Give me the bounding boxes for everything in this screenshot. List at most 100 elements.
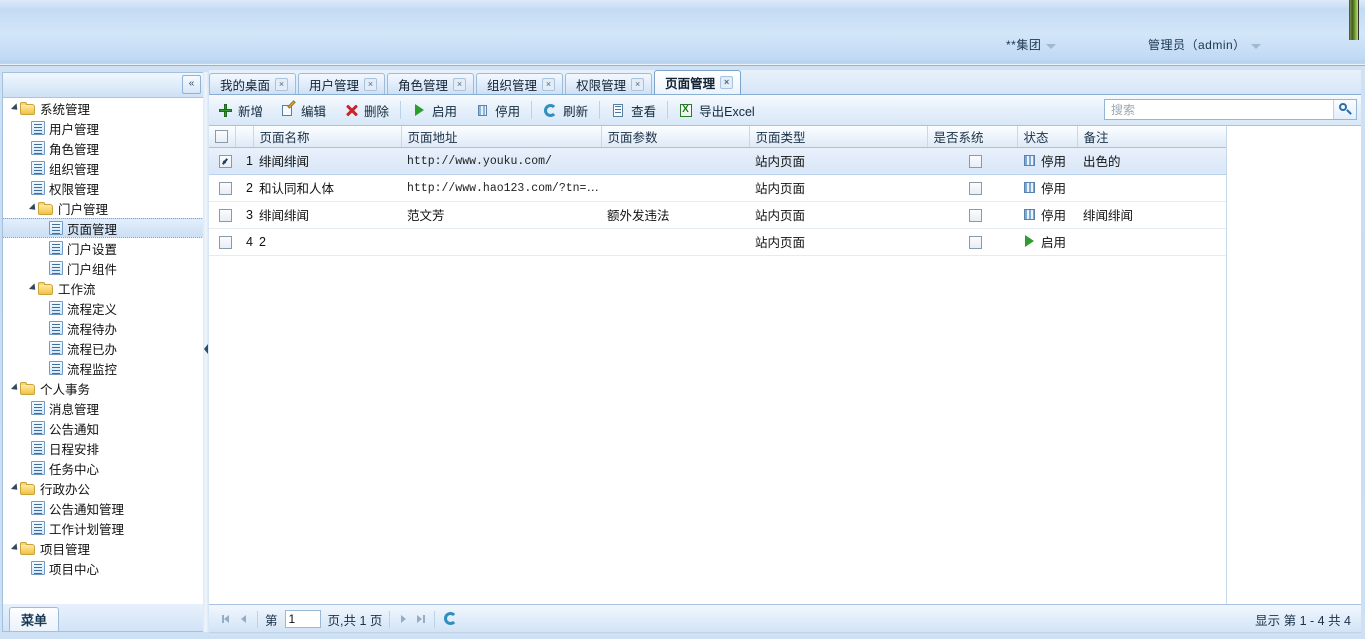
sidebar-item-label: 项目管理 xyxy=(40,542,91,557)
pager-info-label: 显示 第 1 - 4 共 4 xyxy=(1255,613,1351,628)
grid-column-header-system[interactable]: 是否系统 xyxy=(927,126,1018,148)
user-menu[interactable]: 管理员（admin） xyxy=(1148,36,1261,53)
tree-expander-icon[interactable] xyxy=(10,543,21,553)
sidebar-item-23[interactable]: 项目中心 xyxy=(3,558,204,578)
sidebar-item-4[interactable]: 权限管理 xyxy=(3,178,204,198)
select-all-checkbox[interactable] xyxy=(215,130,228,144)
search-icon[interactable] xyxy=(1333,100,1356,119)
main-bottom-edge xyxy=(209,632,1361,635)
table-row[interactable]: 2 和认同和人体 http://www.hao123.com/?tn=... 站内页面… xyxy=(209,174,1226,202)
toolbar-button-3[interactable]: 启用 xyxy=(403,99,466,121)
tab-4[interactable]: 权限管理 × xyxy=(565,73,653,94)
chevron-down-icon[interactable] xyxy=(1250,43,1261,49)
refresh-icon[interactable] xyxy=(443,611,459,627)
prev-page-icon[interactable] xyxy=(235,610,253,628)
tab-close-icon[interactable]: × xyxy=(542,77,556,91)
toolbar-button-0[interactable]: 新增 xyxy=(209,99,272,121)
search-input[interactable] xyxy=(1109,100,1333,119)
grid-column-header-url[interactable]: 页面地址 xyxy=(401,126,602,148)
page-icon xyxy=(49,361,63,375)
sidebar-item-18[interactable]: 任务中心 xyxy=(3,458,204,478)
first-page-icon[interactable] xyxy=(217,610,235,628)
sidebar-item-5[interactable]: 门户管理 xyxy=(3,198,204,218)
search-box[interactable] xyxy=(1104,99,1357,120)
toolbar-button-7[interactable]: 导出Excel xyxy=(670,99,764,121)
sidebar-item-12[interactable]: 流程已办 xyxy=(3,338,204,358)
is-system-checkbox[interactable] xyxy=(968,181,982,195)
cell-text: 4 xyxy=(246,234,253,249)
tree-expander-icon[interactable] xyxy=(10,103,21,113)
tab-close-icon[interactable]: × xyxy=(275,77,289,91)
tree-expander-icon[interactable] xyxy=(28,203,39,213)
tab-close-icon[interactable]: × xyxy=(364,77,378,91)
grid-cell-type: 站内页面 xyxy=(749,174,927,202)
tab-2[interactable]: 角色管理 × xyxy=(387,73,475,94)
toolbar-button-4[interactable]: 停用 xyxy=(466,99,529,121)
last-page-icon[interactable] xyxy=(412,610,430,628)
tree-expander-icon[interactable] xyxy=(10,383,21,393)
tree-expander-icon[interactable] xyxy=(28,283,39,293)
sidebar-item-13[interactable]: 流程监控 xyxy=(3,358,204,378)
row-select-checkbox[interactable] xyxy=(218,154,232,168)
sidebar-item-16[interactable]: 公告通知 xyxy=(3,418,204,438)
tab-5[interactable]: 页面管理 × xyxy=(654,70,742,94)
sidebar-item-1[interactable]: 用户管理 xyxy=(3,118,204,138)
chevron-down-icon[interactable] xyxy=(1046,43,1057,49)
toolbar-button-1[interactable]: 编辑 xyxy=(272,99,335,121)
sidebar-item-2[interactable]: 角色管理 xyxy=(3,138,204,158)
grid-column-header-param[interactable]: 页面参数 xyxy=(601,126,750,148)
table-row[interactable]: 1 绯闻绯闻 http://www.youku.com/站内页面 停用 出色的 xyxy=(209,146,1226,175)
next-page-icon[interactable] xyxy=(394,610,412,628)
row-select-checkbox[interactable] xyxy=(218,208,232,222)
grid-column-header-type[interactable]: 页面类型 xyxy=(749,126,928,148)
grid-column-header-num[interactable] xyxy=(235,126,254,148)
splitter-grip-icon[interactable] xyxy=(204,344,208,354)
sidebar-item-label: 流程已办 xyxy=(67,342,118,357)
sidebar-item-15[interactable]: 消息管理 xyxy=(3,398,204,418)
sidebar-item-9[interactable]: 工作流 xyxy=(3,278,204,298)
sidebar-item-20[interactable]: 公告通知管理 xyxy=(3,498,204,518)
toolbar-button-2[interactable]: 删除 xyxy=(335,99,398,121)
tab-close-icon[interactable]: × xyxy=(453,77,467,91)
sidebar-item-0[interactable]: 系统管理 xyxy=(3,98,204,118)
sidebar-item-7[interactable]: 门户设置 xyxy=(3,238,204,258)
row-select-checkbox[interactable] xyxy=(218,235,232,249)
sidebar-item-17[interactable]: 日程安排 xyxy=(3,438,204,458)
sidebar-item-6[interactable]: 页面管理 xyxy=(3,218,204,238)
grid-column-header-check[interactable] xyxy=(209,126,236,148)
sidebar-item-10[interactable]: 流程定义 xyxy=(3,298,204,318)
grid-column-header-name[interactable]: 页面名称 xyxy=(253,126,402,148)
collapse-sidebar-button[interactable]: « xyxy=(182,75,201,94)
sidebar-item-22[interactable]: 项目管理 xyxy=(3,538,204,558)
sidebar-item-8[interactable]: 门户组件 xyxy=(3,258,204,278)
page-number-input[interactable] xyxy=(284,610,321,628)
grid-column-header-remark[interactable]: 备注 xyxy=(1077,126,1227,148)
tab-3[interactable]: 组织管理 × xyxy=(476,73,564,94)
org-selector[interactable]: **集团 xyxy=(1006,36,1057,53)
row-select-checkbox[interactable] xyxy=(218,181,232,195)
is-system-checkbox[interactable] xyxy=(968,154,982,168)
tab-close-icon[interactable]: × xyxy=(631,77,645,91)
tab-close-icon[interactable]: × xyxy=(720,76,734,89)
status-label: 启用 xyxy=(1041,236,1067,250)
top-header-banner: **集团 管理员（admin） xyxy=(0,0,1365,66)
is-system-checkbox[interactable] xyxy=(968,208,982,222)
is-system-checkbox[interactable] xyxy=(968,235,982,249)
table-row[interactable]: 4 2 站内页面 启用 xyxy=(209,228,1226,256)
grid-header-row: 页面名称 页面地址 页面参数 页面类型 是否系统 状态 备注 xyxy=(209,126,1227,148)
tab-1[interactable]: 用户管理 × xyxy=(298,73,386,94)
sidebar-item-3[interactable]: 组织管理 xyxy=(3,158,204,178)
sidebar-item-11[interactable]: 流程待办 xyxy=(3,318,204,338)
tab-label: 组织管理 xyxy=(487,78,538,93)
sidebar-item-14[interactable]: 个人事务 xyxy=(3,378,204,398)
table-row[interactable]: 3 绯闻绯闻 范文芳 额外发违法 站内页面 停用 绯闻绯闻 xyxy=(209,201,1226,229)
sidebar-item-21[interactable]: 工作计划管理 xyxy=(3,518,204,538)
grid-column-header-status[interactable]: 状态 xyxy=(1017,126,1078,148)
sidebar-item-19[interactable]: 行政办公 xyxy=(3,478,204,498)
toolbar-button-5[interactable]: 刷新 xyxy=(534,99,597,121)
toolbar-button-6[interactable]: 查看 xyxy=(602,99,665,121)
tab-0[interactable]: 我的桌面 × xyxy=(209,73,297,94)
tree-expander-icon[interactable] xyxy=(10,483,21,493)
menu-tab-button[interactable]: 菜单 xyxy=(9,607,60,631)
folder-icon xyxy=(20,101,36,115)
